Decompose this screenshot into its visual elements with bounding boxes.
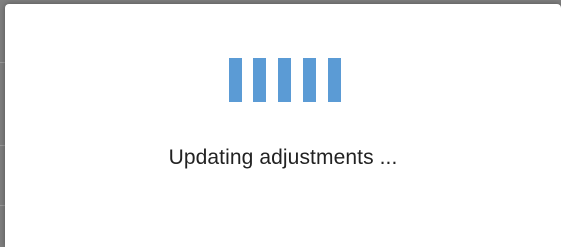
loading-bar [303, 58, 316, 102]
loading-bar [229, 58, 242, 102]
loading-bars-icon [229, 58, 341, 104]
loading-message: Updating adjustments ... [168, 146, 398, 169]
loading-bar [253, 58, 266, 102]
loading-dialog: Updating adjustments ... [5, 4, 561, 247]
loading-bar [328, 58, 341, 102]
loading-bar [278, 58, 291, 102]
